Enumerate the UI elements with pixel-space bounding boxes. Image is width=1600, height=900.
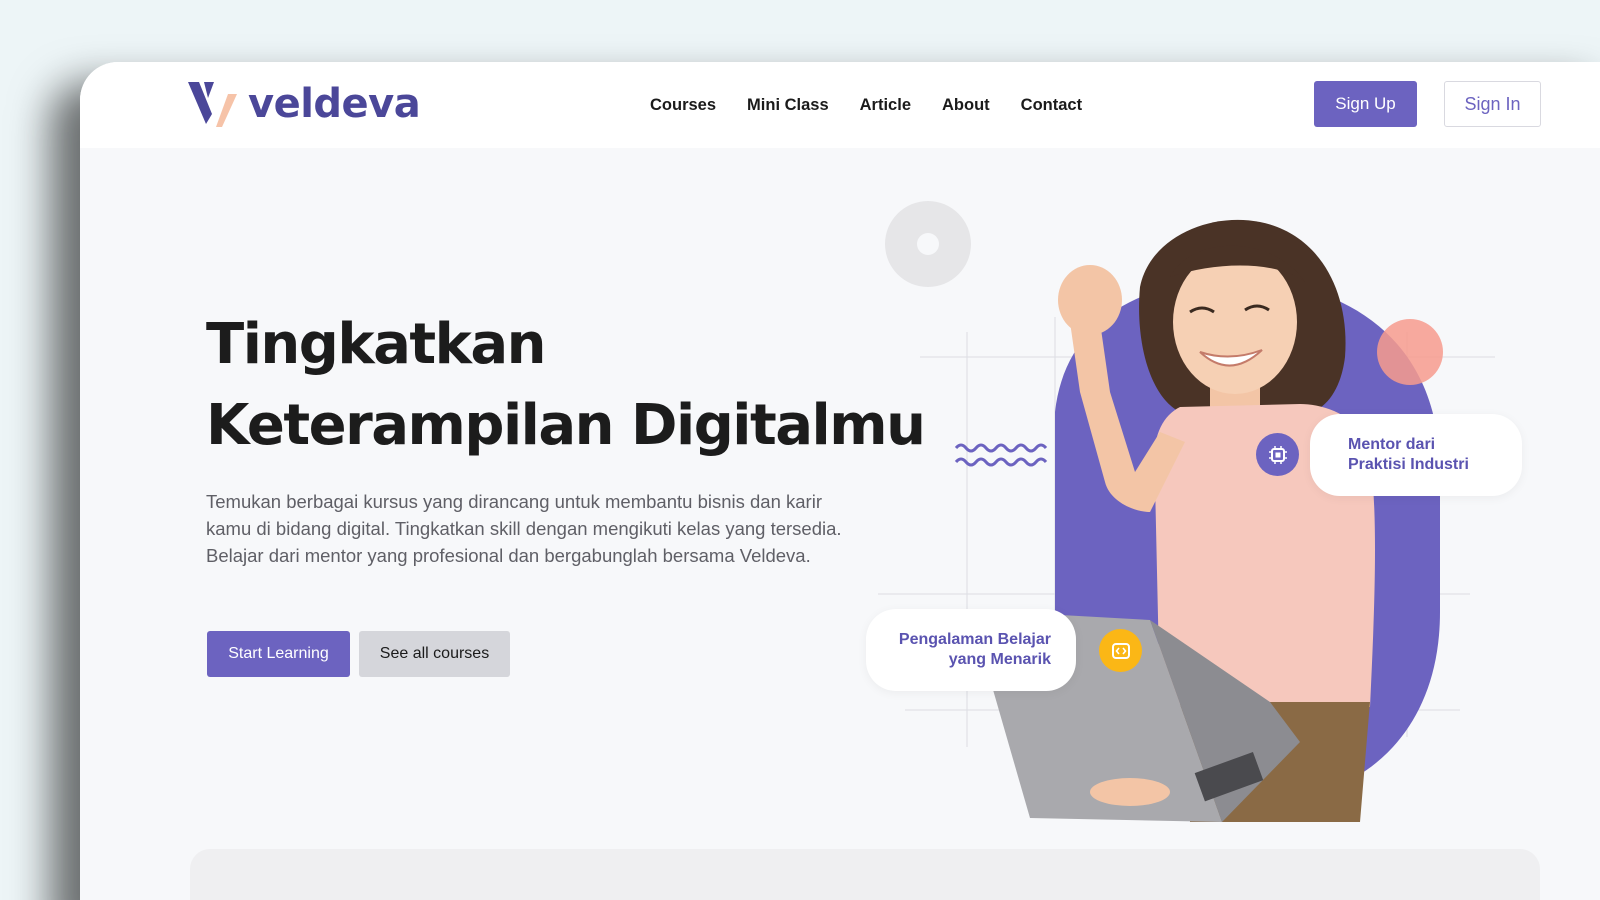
nav-about[interactable]: About (942, 96, 990, 115)
sign-in-button[interactable]: Sign In (1444, 81, 1541, 127)
code-icon (1099, 629, 1142, 672)
navbar: veldeva Courses Mini Class Article About… (80, 62, 1600, 148)
hero-title: Tingkatkan Keterampilan Digitalmu (206, 304, 926, 466)
main-nav: Courses Mini Class Article About Contact (650, 96, 1082, 115)
mentor-card-line2: Praktisi Industri (1348, 456, 1469, 473)
hero-title-line1: Tingkatkan (206, 312, 547, 377)
experience-feature-card: Pengalaman Belajar yang Menarik (866, 609, 1076, 691)
wave-decoration (954, 443, 1048, 467)
nav-mini-class[interactable]: Mini Class (747, 96, 829, 115)
nav-contact[interactable]: Contact (1021, 96, 1082, 115)
hero-description: Temukan berbagai kursus yang dirancang u… (206, 491, 842, 566)
browser-window: veldeva Courses Mini Class Article About… (80, 62, 1600, 900)
see-all-courses-button[interactable]: See all courses (359, 631, 510, 677)
experience-card-line1: Pengalaman Belajar (898, 631, 1051, 648)
veldeva-logo-icon (188, 82, 237, 127)
person-photo (970, 219, 1375, 822)
coral-circle-decoration (1377, 319, 1443, 385)
nav-courses[interactable]: Courses (650, 96, 716, 115)
nav-article[interactable]: Article (860, 96, 911, 115)
experience-card-line2: yang Menarik (948, 651, 1051, 668)
chip-icon (1256, 433, 1299, 476)
brand-logo[interactable]: veldeva (188, 80, 421, 128)
hero-illustration (878, 201, 1495, 822)
start-learning-button[interactable]: Start Learning (207, 631, 350, 677)
brand-name: veldeva (248, 81, 421, 127)
hero-title-line2: Keterampilan Digitalmu (206, 393, 926, 458)
mentor-card-line1: Mentor dari (1348, 436, 1436, 453)
sign-up-button[interactable]: Sign Up (1314, 81, 1417, 127)
next-section-panel (190, 849, 1540, 900)
mentor-feature-card: Mentor dari Praktisi Industri (1310, 414, 1522, 496)
